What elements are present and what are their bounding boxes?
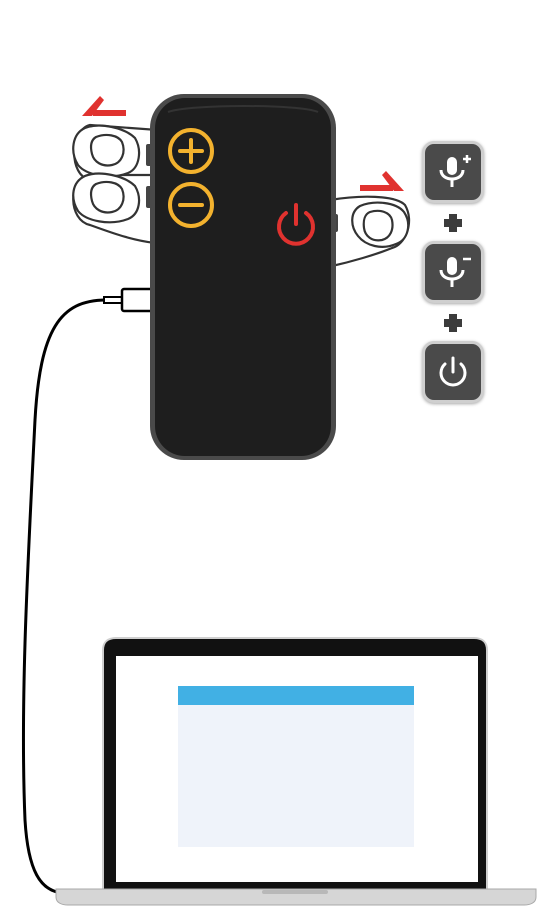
window-titlebar [178, 686, 414, 705]
power-icon [439, 356, 467, 387]
key-mic-minus[interactable] [422, 241, 484, 303]
right-arrow-icon [360, 171, 404, 191]
mic-minus-icon [439, 257, 471, 287]
key-power[interactable] [422, 341, 484, 403]
remote-device [150, 94, 336, 460]
left-hand-fingers [72, 123, 160, 245]
left-arrow-icon [82, 96, 126, 116]
mic-plus-icon [439, 155, 471, 187]
laptop [55, 637, 537, 906]
usb-plug [103, 287, 154, 313]
usb-cable [21, 298, 107, 895]
plus-icon [444, 214, 462, 232]
right-hand-finger [328, 195, 411, 268]
connection-diagram [21, 94, 537, 906]
window-body [178, 705, 414, 847]
plus-icon [444, 314, 462, 332]
key-mic-plus[interactable] [422, 141, 484, 203]
